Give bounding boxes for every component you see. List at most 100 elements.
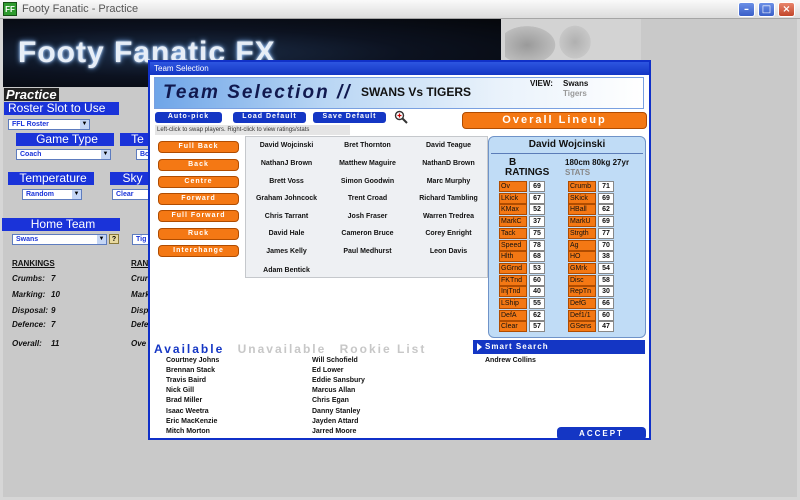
- available-player[interactable]: Jayden Attard: [312, 418, 358, 425]
- close-icon[interactable]: ×: [778, 2, 795, 17]
- roster-tabs: Available Unavailable Rookie List: [154, 342, 426, 356]
- overall-label-away: Ove: [131, 339, 147, 348]
- chevron-down-icon[interactable]: ▼: [80, 120, 89, 129]
- tab-unavailable[interactable]: Unavailable: [238, 342, 327, 356]
- lineup-player[interactable]: Brett Voss: [246, 178, 327, 185]
- home-team-help-button[interactable]: ?: [109, 234, 119, 244]
- available-player[interactable]: Brad Miller: [166, 397, 202, 404]
- lineup-player[interactable]: Cameron Bruce: [327, 230, 408, 237]
- dialog-header: Team Selection // SWANS Vs TIGERS VIEW: …: [154, 77, 644, 109]
- rating-label: InjTnd: [499, 286, 527, 298]
- header-title: Team Selection //: [163, 82, 352, 103]
- available-player[interactable]: Mitch Morton: [166, 428, 210, 435]
- rating-label: Def1/1: [568, 309, 596, 321]
- rating-value: 60: [529, 274, 545, 286]
- rating-value: 54: [598, 262, 614, 274]
- available-player[interactable]: Isaac Weetra: [166, 408, 209, 415]
- search-result[interactable]: Andrew Collins: [485, 357, 536, 364]
- lineup-player[interactable]: David Teague: [408, 142, 489, 149]
- temperature-select[interactable]: Random ▼: [22, 189, 82, 200]
- lineup-player[interactable]: Trent Croad: [327, 195, 408, 202]
- lineup-player[interactable]: Josh Fraser: [327, 213, 408, 220]
- rating-label: Hlth: [499, 251, 527, 263]
- stats-tab[interactable]: STATS: [565, 168, 590, 177]
- magnifier-icon[interactable]: [394, 110, 408, 124]
- position-forward[interactable]: Forward: [158, 193, 239, 205]
- maximize-icon[interactable]: □: [758, 2, 775, 17]
- chevron-down-icon[interactable]: ▼: [72, 190, 81, 199]
- tab-rookie-list[interactable]: Rookie List: [340, 342, 427, 356]
- available-player[interactable]: Chris Egan: [312, 397, 349, 404]
- position-full-back[interactable]: Full Back: [158, 141, 239, 153]
- lineup-player[interactable]: David Wojcinski: [246, 142, 327, 149]
- team-selection-dialog: Team Selection Team Selection // SWANS V…: [148, 60, 651, 440]
- lineup-player[interactable]: Corey Enright: [408, 230, 489, 237]
- lineup-player[interactable]: Warren Tredrea: [408, 213, 489, 220]
- rankings-label-away: RAN: [131, 259, 149, 268]
- lineup-grid: David Wojcinski Bret Thornton David Teag…: [245, 136, 488, 278]
- lineup-player[interactable]: Bret Thornton: [327, 142, 408, 149]
- player-physical: 180cm 80kg 27yr: [565, 158, 630, 167]
- available-player[interactable]: Danny Stanley: [312, 408, 360, 415]
- rating-value: 60: [598, 309, 614, 321]
- rating-value: 66: [598, 298, 614, 309]
- minimize-icon[interactable]: –: [738, 2, 755, 17]
- swap-hint: Left-click to swap players. Right-click …: [155, 125, 350, 135]
- lineup-player[interactable]: Simon Goodwin: [327, 178, 408, 185]
- lineup-player[interactable]: Marc Murphy: [408, 178, 489, 185]
- lineup-player[interactable]: James Kelly: [246, 248, 327, 255]
- chevron-down-icon[interactable]: ▼: [97, 235, 106, 244]
- lineup-player[interactable]: Matthew Maguire: [327, 160, 408, 167]
- available-player[interactable]: Travis Baird: [166, 377, 206, 384]
- lineup-player[interactable]: Graham Johncock: [246, 195, 327, 202]
- available-player[interactable]: Brennan Stack: [166, 367, 215, 374]
- rating-value: 78: [529, 239, 545, 251]
- available-player[interactable]: Courtney Johns: [166, 357, 219, 364]
- available-player[interactable]: Eric MacKenzie: [166, 418, 217, 425]
- rating-value: 47: [598, 321, 614, 333]
- view-swans[interactable]: Swans: [563, 79, 588, 88]
- rating-value: 52: [529, 204, 545, 216]
- lineup-player[interactable]: David Hale: [246, 230, 327, 237]
- lineup-player[interactable]: Richard Tambling: [408, 195, 489, 202]
- available-player[interactable]: Eddie Sansbury: [312, 377, 365, 384]
- available-player[interactable]: Nick Gill: [166, 387, 194, 394]
- position-full-forward[interactable]: Full Forward: [158, 210, 239, 222]
- position-ruck[interactable]: Ruck: [158, 228, 239, 240]
- lineup-player[interactable]: NathanD Brown: [408, 160, 489, 167]
- available-player[interactable]: Marcus Allan: [312, 387, 355, 394]
- roster-select[interactable]: FFL Roster ▼: [8, 119, 90, 130]
- sky-select[interactable]: Clear: [112, 189, 151, 200]
- lineup-player[interactable]: Adam Bentick: [246, 267, 327, 274]
- home-team-select[interactable]: Swans ▼: [12, 234, 107, 245]
- smart-search-button[interactable]: Smart Search: [473, 340, 645, 354]
- load-default-button[interactable]: Load Default: [233, 112, 306, 123]
- rank-value: 10: [51, 290, 60, 299]
- rating-label: GGrnd: [499, 262, 527, 274]
- available-player[interactable]: Ed Lower: [312, 367, 344, 374]
- lineup-player[interactable]: Leon Davis: [408, 248, 489, 255]
- available-player[interactable]: Will Schofield: [312, 357, 358, 364]
- game-type-select[interactable]: Coach ▼: [16, 149, 111, 160]
- rating-label: GMrk: [568, 262, 596, 274]
- position-back[interactable]: Back: [158, 159, 239, 171]
- available-player[interactable]: Jarred Moore: [312, 428, 356, 435]
- view-tigers[interactable]: Tigers: [563, 89, 587, 98]
- autopick-button[interactable]: Auto-pick: [155, 112, 222, 123]
- rating-label: Strgth: [568, 227, 596, 239]
- lineup-player[interactable]: Chris Tarrant: [246, 213, 327, 220]
- overall-lineup-button[interactable]: Overall Lineup: [462, 112, 647, 129]
- save-default-button[interactable]: Save Default: [313, 112, 386, 123]
- rating-value: 53: [529, 262, 545, 274]
- tab-available[interactable]: Available: [154, 342, 224, 356]
- position-interchange[interactable]: Interchange: [158, 245, 239, 257]
- accept-button[interactable]: ACCEPT: [557, 427, 646, 440]
- rating-label: MarkC: [499, 216, 527, 228]
- rating-value: 67: [529, 192, 545, 204]
- lineup-player[interactable]: Paul Medhurst: [327, 248, 408, 255]
- lineup-player[interactable]: NathanJ Brown: [246, 160, 327, 167]
- rank-value: 9: [51, 306, 56, 315]
- position-centre[interactable]: Centre: [158, 176, 239, 188]
- rating-value: 55: [529, 298, 545, 309]
- chevron-down-icon[interactable]: ▼: [101, 150, 110, 159]
